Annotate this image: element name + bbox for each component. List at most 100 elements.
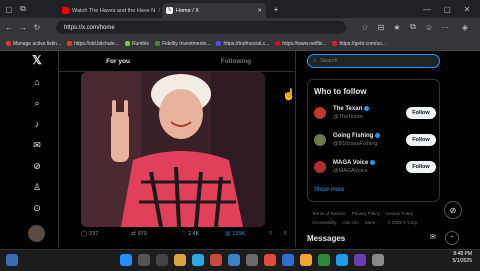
taskbar-app-icon[interactable] bbox=[210, 254, 222, 266]
profile-person-icon[interactable]: ♙ bbox=[28, 180, 46, 194]
url-text: https://x.com/home bbox=[64, 24, 115, 31]
bookmark-item[interactable]: Fidelity Investments... bbox=[155, 41, 210, 47]
profile-icon[interactable]: ☺ bbox=[424, 22, 434, 32]
taskbar-app-icon[interactable] bbox=[246, 254, 258, 266]
more-circle-icon[interactable]: ⊙ bbox=[28, 201, 46, 215]
bookmark-item[interactable]: Rumble bbox=[124, 41, 149, 47]
taskbar-app-icon[interactable] bbox=[372, 254, 384, 266]
tab-following[interactable]: Following bbox=[177, 51, 295, 71]
repost-button[interactable]: ⇄ 979 bbox=[131, 231, 147, 237]
account-name: MAGA Voice bbox=[333, 160, 376, 166]
favorite-icon[interactable]: ☆ bbox=[360, 22, 370, 32]
tab-for-you[interactable]: For you bbox=[59, 51, 177, 71]
split-screen-icon[interactable]: ⊟ bbox=[376, 22, 386, 32]
avatar bbox=[314, 107, 326, 119]
taskbar-app-icon[interactable] bbox=[228, 254, 240, 266]
reply-button[interactable]: ◯ 237 bbox=[81, 231, 98, 237]
bookmark-item[interactable]: https://truthsocial.c... bbox=[216, 41, 269, 47]
follow-suggestion[interactable]: Going Fishing @B1itzseaFishing Follow bbox=[314, 131, 436, 153]
follow-button[interactable]: Follow bbox=[406, 107, 436, 119]
taskbar-app-icon[interactable] bbox=[354, 254, 366, 266]
notifications-bell-icon[interactable]: ♪ bbox=[28, 117, 46, 131]
close-tab-icon[interactable]: ✕ bbox=[257, 8, 262, 14]
taskbar-app-icon[interactable] bbox=[336, 254, 348, 266]
browser-menu-icon[interactable]: ▢ bbox=[4, 4, 14, 14]
favorites-icon[interactable]: ★ bbox=[392, 22, 402, 32]
views-chart-icon: ▥ bbox=[225, 231, 231, 237]
grok-float-button[interactable]: ⊘ bbox=[444, 201, 462, 219]
close-window-icon[interactable]: ✕ bbox=[460, 3, 474, 15]
file-explorer-icon[interactable] bbox=[174, 254, 186, 266]
post-image[interactable] bbox=[81, 72, 265, 227]
youtube-icon bbox=[62, 7, 69, 14]
tab-actions-icon[interactable]: ⧉ bbox=[18, 4, 28, 14]
verified-badge-icon bbox=[375, 133, 381, 138]
footer-link[interactable]: More ··· bbox=[365, 220, 381, 225]
footer-link[interactable]: Privacy Policy bbox=[352, 211, 380, 216]
verified-badge-icon bbox=[370, 160, 376, 165]
search-input[interactable]: ⌕ Search bbox=[307, 54, 440, 68]
maximize-icon[interactable]: ▢ bbox=[440, 3, 454, 15]
url-input[interactable]: https://x.com/home bbox=[56, 21, 346, 34]
new-tab-button[interactable]: + bbox=[270, 3, 282, 15]
expand-messages-icon[interactable]: ⌃ bbox=[445, 231, 459, 245]
taskbar-app-icon[interactable] bbox=[318, 254, 330, 266]
clock-date: 5/1/2025 bbox=[452, 258, 472, 264]
collections-icon[interactable]: ⧉ bbox=[408, 22, 418, 32]
edge-browser-icon[interactable] bbox=[192, 254, 204, 266]
edge-copilot-icon[interactable]: ◈ bbox=[460, 22, 470, 32]
explore-search-icon[interactable]: ⌕ bbox=[28, 96, 46, 110]
tab-watch-haves[interactable]: Watch The Haves and the Have N ✕ bbox=[58, 3, 160, 18]
follow-button[interactable]: Follow bbox=[406, 161, 436, 173]
weather-icon[interactable] bbox=[6, 254, 18, 266]
taskbar-app-icon[interactable] bbox=[282, 254, 294, 266]
back-icon[interactable]: ← bbox=[4, 22, 14, 32]
footer-link[interactable]: Accessibility bbox=[312, 220, 337, 225]
forward-icon[interactable]: → bbox=[18, 22, 28, 32]
like-button[interactable]: ♡ 2.4K bbox=[181, 231, 199, 237]
taskbar-clock[interactable]: 8:48 PM 5/1/2025 bbox=[453, 251, 472, 265]
bookmark-item[interactable]: https://www.netflix... bbox=[275, 41, 326, 47]
home-icon[interactable]: ⌂ bbox=[28, 75, 46, 89]
taskbar-search-icon[interactable] bbox=[138, 254, 150, 266]
footer-link[interactable]: Ads info bbox=[343, 220, 359, 225]
avatar bbox=[314, 161, 326, 173]
browser-tab-bar: ▢ ⧉ Watch The Haves and the Have N ✕ 𝕏 H… bbox=[0, 0, 480, 18]
follow-button[interactable]: Follow bbox=[406, 134, 436, 146]
user-avatar[interactable] bbox=[28, 225, 45, 242]
windows-start-icon[interactable] bbox=[120, 254, 132, 266]
footer-link[interactable]: Terms of Service bbox=[312, 211, 346, 216]
bookmark-item[interactable]: https://old.bitchute... bbox=[67, 41, 119, 47]
show-more-link[interactable]: Show more bbox=[314, 187, 344, 193]
share-button[interactable]: ⇪ bbox=[283, 231, 288, 237]
reload-icon[interactable]: ↻ bbox=[32, 22, 42, 32]
messages-mail-icon[interactable]: ✉ bbox=[28, 138, 46, 152]
bookmark-item[interactable]: https://gettr.com/us... bbox=[332, 41, 386, 47]
more-menu-icon[interactable]: ⋯ bbox=[440, 22, 450, 32]
address-bar-row: ← → ↻ https://x.com/home ☆ ⊟ ★ ⧉ ☺ ⋯ ◈ bbox=[0, 18, 480, 37]
follow-suggestion[interactable]: The Texan @TheTexan Follow bbox=[314, 104, 436, 126]
windows-taskbar bbox=[0, 249, 480, 271]
new-message-icon[interactable]: ✉ bbox=[430, 233, 436, 241]
grok-icon[interactable]: ⊘ bbox=[28, 159, 46, 173]
footer-link[interactable]: Cookie Policy bbox=[386, 211, 413, 216]
search-placeholder: Search bbox=[320, 58, 338, 64]
taskbar-app-icon[interactable] bbox=[264, 254, 276, 266]
close-tab-icon[interactable]: ✕ bbox=[158, 8, 160, 14]
follow-suggestion[interactable]: MAGA Voice @MAGAVoice Follow bbox=[314, 158, 436, 180]
tab-home-x[interactable]: 𝕏 Home / X ✕ bbox=[162, 3, 266, 18]
x-logo-icon[interactable]: 𝕏 bbox=[28, 53, 46, 67]
clock-time: 8:48 PM bbox=[453, 251, 472, 257]
taskbar-app-icon[interactable] bbox=[300, 254, 312, 266]
minimize-icon[interactable]: — bbox=[420, 3, 434, 15]
bookmark-item[interactable]: Manage active listin... bbox=[6, 41, 61, 47]
bookmark-button[interactable]: ⌑ bbox=[269, 231, 272, 237]
tab-label: Home / X bbox=[176, 7, 199, 14]
views-button[interactable]: ▥ 135K bbox=[225, 231, 245, 237]
bookmark-favicon-icon bbox=[275, 41, 281, 46]
heart-icon: ♡ bbox=[181, 231, 186, 237]
bookmark-favicon-icon bbox=[6, 41, 11, 46]
messages-drawer[interactable]: Messages bbox=[307, 229, 447, 247]
bookmark-favicon-icon bbox=[67, 41, 73, 46]
task-view-icon[interactable] bbox=[156, 254, 168, 266]
